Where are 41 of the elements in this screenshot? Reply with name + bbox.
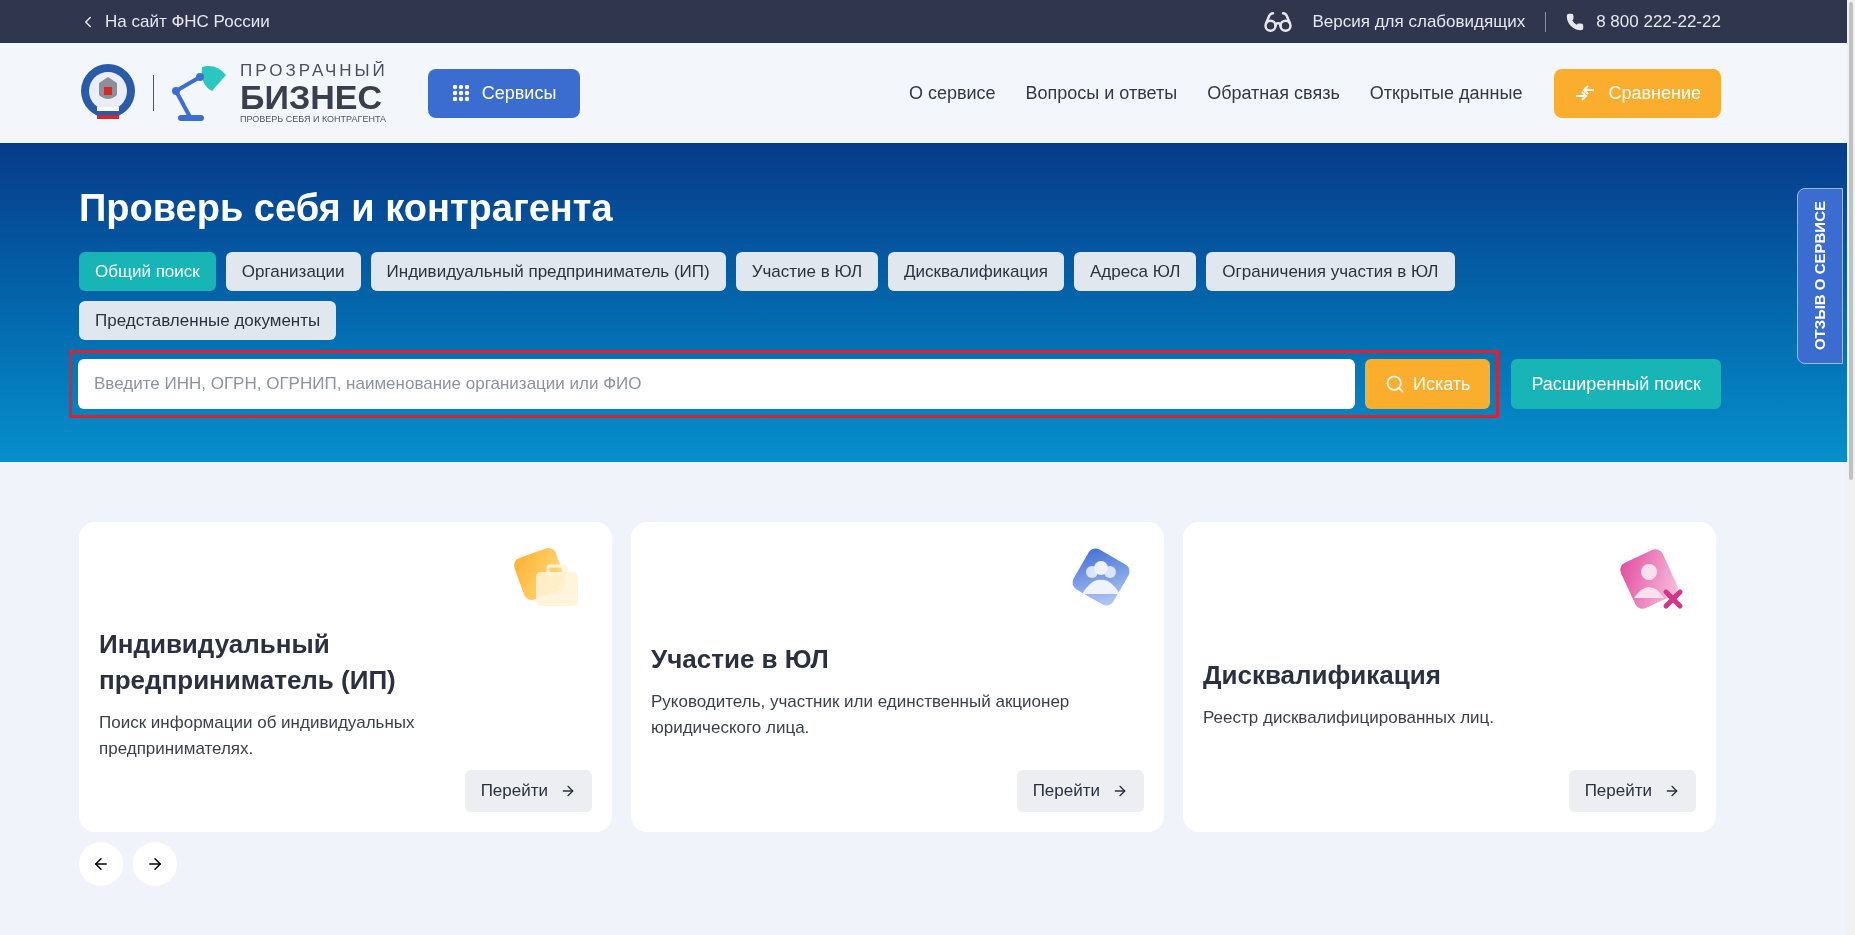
card-title: Участие в ЮЛ	[651, 643, 830, 676]
feedback-tab[interactable]: ОТЗЫВ О СЕРВИСЕ	[1797, 188, 1843, 364]
logo-top-line: ПРОЗРАЧНЫЙ	[240, 62, 388, 79]
compare-arrows-icon	[1574, 84, 1597, 102]
hero-title: Проверь себя и контрагента	[79, 186, 614, 231]
go-button[interactable]: Перейти	[1568, 770, 1696, 812]
card-description: Руководитель, участник или единственный акционер юридического лица.	[651, 691, 1071, 739]
phone-link[interactable]: 8 800 222-22-22	[1596, 8, 1721, 35]
nav-link[interactable]: Открытые данные	[1369, 79, 1523, 107]
accessibility-link[interactable]: Версия для слабовидящих	[1312, 8, 1526, 35]
nav-link[interactable]: Вопросы и ответы	[1025, 79, 1178, 107]
phone-icon	[1566, 12, 1585, 31]
services-button[interactable]: Сервисы	[427, 68, 581, 118]
arrow-right-icon	[146, 855, 164, 873]
arrow-right-icon	[1664, 783, 1680, 799]
card-description: Реестр дисквалифицированных лиц.	[1203, 707, 1496, 729]
scrollbar-thumb[interactable]	[1848, 2, 1853, 480]
card-description: Поиск информации об индивидуальных предпринимателях.	[99, 712, 416, 760]
search-tab[interactable]: Представленные документы	[79, 301, 337, 340]
search-tab[interactable]: Ограничения участия в ЮЛ	[1206, 252, 1455, 291]
search-tab[interactable]: Дисквалификация	[888, 252, 1064, 291]
logo-tagline: ПРОВЕРЬ СЕБЯ И КОНТРАГЕНТА	[240, 115, 388, 124]
search-field[interactable]: Введите ИНН, ОГРН, ОГРНИП, наименование организации или ФИО	[78, 359, 1355, 409]
go-button[interactable]: Перейти	[1016, 770, 1144, 812]
next-button[interactable]	[133, 842, 177, 886]
grid-icon	[451, 84, 470, 102]
search-tab[interactable]: Адреса ЮЛ	[1073, 252, 1197, 291]
back-link[interactable]: На сайт ФНС России	[79, 8, 270, 35]
go-button[interactable]: Перейти	[464, 770, 592, 812]
search-tab[interactable]: Индивидуальный предприниматель (ИП)	[370, 252, 726, 291]
card-title: Индивидуальный предприниматель (ИП)	[99, 628, 397, 697]
search-icon	[1385, 374, 1405, 394]
nav-link[interactable]: Обратная связь	[1207, 79, 1340, 107]
logo-main-line: БИЗНЕС	[240, 79, 383, 115]
search-tab[interactable]: Участие в ЮЛ	[735, 252, 879, 291]
nav-link[interactable]: О сервисе	[908, 79, 996, 107]
search-tab[interactable]: Организации	[225, 252, 361, 291]
arrow-right-icon	[560, 783, 576, 799]
previous-button[interactable]	[79, 842, 123, 886]
arrow-right-icon	[1112, 783, 1128, 799]
card-title: Дисквалификация	[1203, 659, 1442, 692]
